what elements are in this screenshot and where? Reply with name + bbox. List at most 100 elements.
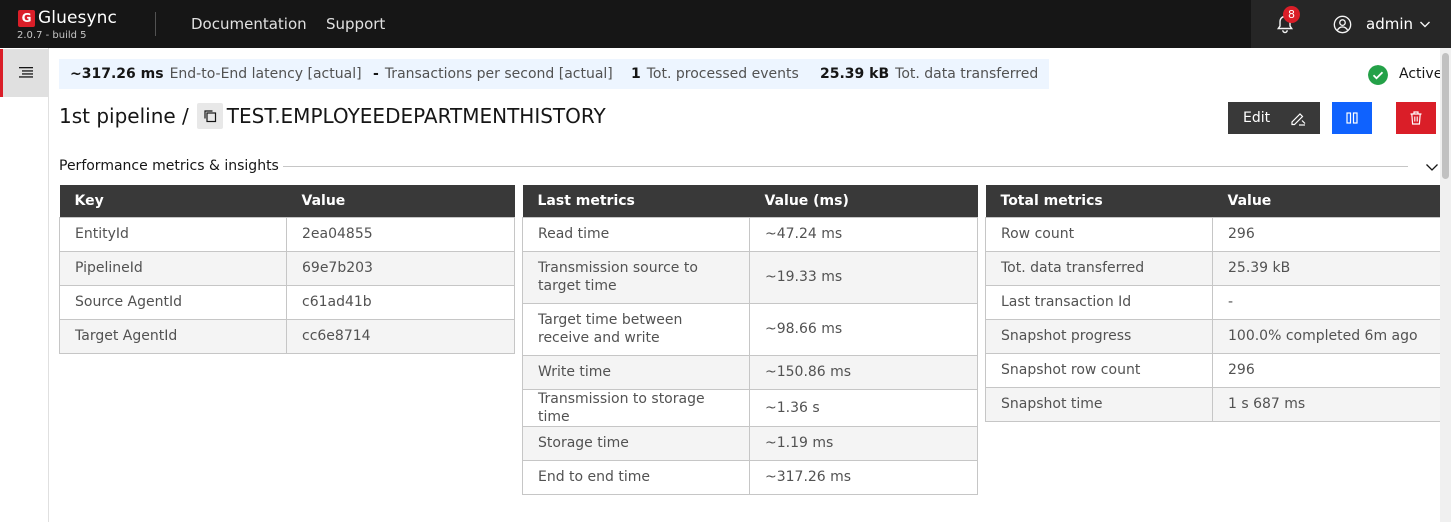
table-row: Transmission source to target time ~19.33…: [522, 250, 978, 304]
copy-button[interactable]: [196, 103, 223, 129]
table-header-row: Last metrics Value (ms): [522, 185, 978, 217]
table-row: Source AgentId c61ad41b: [59, 284, 515, 320]
nav-support[interactable]: Support: [326, 15, 385, 33]
table-cell: Row count: [985, 216, 1213, 252]
table-cell: 100.0% completed 6m ago: [1212, 318, 1441, 354]
scrollbar-thumb[interactable]: [1442, 53, 1449, 179]
table-header-row: Total metrics Value: [985, 185, 1441, 217]
table-cell: ~150.86 ms: [749, 354, 978, 390]
stat-data-transferred: 25.39 kB Tot. data transferred: [809, 59, 1050, 89]
chevron-down-icon[interactable]: [1419, 18, 1431, 30]
status-check-icon: [1368, 65, 1388, 85]
table-cell: 69e7b203: [286, 250, 515, 286]
table-cell: ~47.24 ms: [749, 216, 978, 252]
pipeline-breadcrumb[interactable]: 1st pipeline /: [59, 104, 189, 128]
table-cell: ~1.36 s: [749, 388, 978, 427]
table-cell: Snapshot progress: [985, 318, 1213, 354]
table-cell: Last transaction Id: [985, 284, 1213, 320]
delete-button[interactable]: [1396, 102, 1436, 134]
sidebar-toggle-button[interactable]: [0, 49, 49, 97]
header-divider: [155, 12, 156, 36]
table-row: End to end time ~317.26 ms: [522, 459, 978, 495]
vertical-scrollbar[interactable]: [1440, 48, 1451, 522]
chevron-down-icon[interactable]: [1425, 160, 1439, 174]
stat-latency: ~317.26 ms End-to-End latency [actual]: [59, 59, 373, 89]
pause-button[interactable]: [1332, 102, 1372, 134]
nav-documentation[interactable]: Documentation: [191, 15, 307, 33]
table-header-row: Key Value: [59, 185, 515, 217]
table-cell: Read time: [522, 216, 750, 252]
table-row: Snapshot row count 296: [985, 352, 1441, 388]
table-cell: Target time between receive and write: [522, 302, 750, 356]
brand-name: Gluesync: [38, 8, 117, 28]
table-cell: ~317.26 ms: [749, 459, 978, 495]
table-row: Snapshot progress 100.0% completed 6m ago: [985, 318, 1441, 354]
copy-icon: [204, 110, 216, 123]
table-row: Target AgentId cc6e8714: [59, 318, 515, 354]
table-cell: Source AgentId: [59, 284, 287, 320]
notification-badge: 8: [1283, 6, 1300, 23]
edit-icon: [1291, 113, 1306, 126]
user-menu-label[interactable]: admin: [1366, 15, 1413, 33]
table-row: Last transaction Id -: [985, 284, 1441, 320]
table-row: Storage time ~1.19 ms: [522, 425, 978, 461]
table-row: Read time ~47.24 ms: [522, 216, 978, 252]
table-cell: Snapshot row count: [985, 352, 1213, 388]
edit-button-label: Edit: [1243, 110, 1271, 126]
table-cell: PipelineId: [59, 250, 287, 286]
column-header: Value: [1212, 185, 1441, 217]
stat-label: Tot. processed events: [646, 66, 799, 82]
stat-value: 25.39 kB: [820, 66, 890, 82]
user-avatar-icon[interactable]: [1333, 15, 1352, 34]
column-header: Value: [286, 185, 515, 217]
table-cell: Transmission source to target time: [522, 250, 750, 304]
column-header: Last metrics: [522, 185, 750, 217]
table-cell: Tot. data transferred: [985, 250, 1213, 286]
stat-value: ~317.26 ms: [70, 66, 164, 82]
table-cell: ~19.33 ms: [749, 250, 978, 304]
table-cell: 25.39 kB: [1212, 250, 1441, 286]
stat-label: End-to-End latency [actual]: [169, 66, 362, 82]
main-panel: ~317.26 ms End-to-End latency [actual] -…: [49, 48, 1451, 522]
pause-icon: [1346, 112, 1358, 124]
table-row: Tot. data transferred 25.39 kB: [985, 250, 1441, 286]
status-label: Active: [1399, 66, 1443, 82]
table-cell: Snapshot time: [985, 386, 1213, 422]
stat-events: 1 Tot. processed events: [620, 59, 810, 89]
ids-table: Key Value EntityId 2ea04855 PipelineId 69e…: [59, 185, 515, 354]
last-metrics-table: Last metrics Value (ms) Read time ~47.24 …: [522, 185, 978, 495]
left-sidebar: [0, 48, 49, 522]
table-cell: 296: [1212, 352, 1441, 388]
section-title: Performance metrics & insights: [59, 158, 279, 174]
table-cell: cc6e8714: [286, 318, 515, 354]
column-header: Value (ms): [749, 185, 978, 217]
column-header: Key: [59, 185, 287, 217]
table-row: Target time between receive and write ~98…: [522, 302, 978, 356]
table-row: Snapshot time 1 s 687 ms: [985, 386, 1441, 422]
table-row: Write time ~150.86 ms: [522, 354, 978, 390]
table-cell: Storage time: [522, 425, 750, 461]
stat-value: 1: [631, 66, 641, 82]
version-label: 2.0.7 - build 5: [17, 30, 87, 41]
stat-tps: - Transactions per second [actual]: [362, 59, 624, 89]
table-cell: 2ea04855: [286, 216, 515, 252]
table-row: Row count 296: [985, 216, 1441, 252]
stat-label: Transactions per second [actual]: [384, 66, 613, 82]
menu-list-icon: [19, 67, 33, 78]
table-row: PipelineId 69e7b203: [59, 250, 515, 286]
brand-logo[interactable]: G Gluesync: [18, 8, 117, 28]
stat-value: -: [373, 66, 379, 82]
top-header: G Gluesync 2.0.7 - build 5 Documentation…: [0, 0, 1451, 48]
table-cell: ~98.66 ms: [749, 302, 978, 356]
table-cell: ~1.19 ms: [749, 425, 978, 461]
table-cell: Write time: [522, 354, 750, 390]
section-divider: [283, 166, 1408, 167]
entity-name: TEST.EMPLOYEEDEPARTMENTHISTORY: [226, 104, 606, 128]
table-cell: End to end time: [522, 459, 750, 495]
edit-button[interactable]: Edit: [1228, 102, 1320, 134]
table-cell: -: [1212, 284, 1441, 320]
stat-label: Tot. data transferred: [895, 66, 1039, 82]
table-cell: c61ad41b: [286, 284, 515, 320]
trash-icon: [1410, 111, 1422, 125]
table-cell: 296: [1212, 216, 1441, 252]
